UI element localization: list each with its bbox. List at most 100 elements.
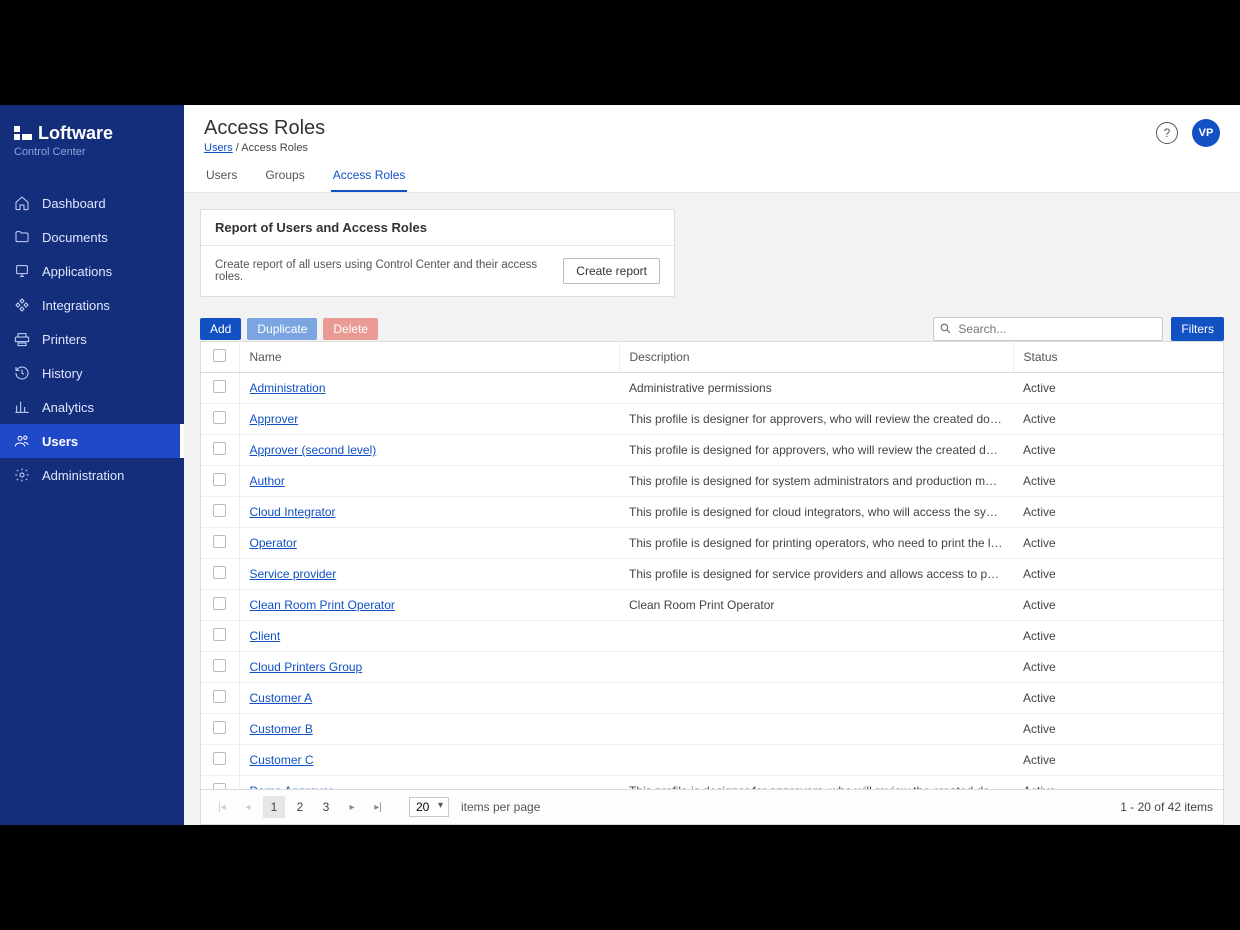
row-name-link[interactable]: Customer B bbox=[250, 722, 313, 736]
row-checkbox[interactable] bbox=[213, 628, 226, 641]
home-icon bbox=[14, 195, 30, 211]
pager-prev[interactable]: ◂ bbox=[237, 796, 259, 818]
breadcrumb-root[interactable]: Users bbox=[204, 142, 233, 154]
row-name-link[interactable]: Cloud Integrator bbox=[250, 505, 336, 519]
analytics-icon bbox=[14, 399, 30, 415]
breadcrumb-current: Access Roles bbox=[241, 142, 308, 154]
sidebar-item-dashboard[interactable]: Dashboard bbox=[0, 186, 184, 220]
row-name-link[interactable]: Cloud Printers Group bbox=[250, 660, 363, 674]
table-row: Client Active bbox=[201, 621, 1223, 652]
row-status: Active bbox=[1013, 776, 1223, 790]
sidebar-item-label: Users bbox=[42, 434, 78, 449]
row-checkbox[interactable] bbox=[213, 380, 226, 393]
row-description: This profile is designed for approvers, … bbox=[619, 435, 1013, 466]
col-header-name[interactable]: Name bbox=[239, 342, 619, 373]
pager-page-1[interactable]: 1 bbox=[263, 796, 285, 818]
row-checkbox[interactable] bbox=[213, 473, 226, 486]
row-checkbox[interactable] bbox=[213, 504, 226, 517]
tab-access-roles[interactable]: Access Roles bbox=[331, 164, 408, 192]
sidebar-item-label: Documents bbox=[42, 230, 108, 245]
row-description: This profile is designer for approvers, … bbox=[619, 404, 1013, 435]
sidebar-item-printers[interactable]: Printers bbox=[0, 322, 184, 356]
sidebar-item-integrations[interactable]: Integrations bbox=[0, 288, 184, 322]
sidebar: Loftware Control Center Dashboard Docume… bbox=[0, 105, 184, 825]
pager-first[interactable]: |◂ bbox=[211, 796, 233, 818]
row-name-link[interactable]: Author bbox=[250, 474, 285, 488]
table-row: Clean Room Print Operator Clean Room Prin… bbox=[201, 590, 1223, 621]
row-status: Active bbox=[1013, 559, 1223, 590]
breadcrumb: Users / Access Roles bbox=[204, 142, 407, 154]
table-header-row: Name Description Status bbox=[201, 342, 1223, 373]
row-checkbox[interactable] bbox=[213, 566, 226, 579]
row-checkbox[interactable] bbox=[213, 535, 226, 548]
row-status: Active bbox=[1013, 621, 1223, 652]
sidebar-item-documents[interactable]: Documents bbox=[0, 220, 184, 254]
delete-button[interactable]: Delete bbox=[323, 318, 378, 340]
avatar[interactable]: VP bbox=[1192, 119, 1220, 147]
col-header-description[interactable]: Description bbox=[619, 342, 1013, 373]
row-checkbox[interactable] bbox=[213, 752, 226, 765]
row-name-link[interactable]: Administration bbox=[250, 381, 326, 395]
row-name-link[interactable]: Client bbox=[250, 629, 281, 643]
folder-icon bbox=[14, 229, 30, 245]
sidebar-item-applications[interactable]: Applications bbox=[0, 254, 184, 288]
row-status: Active bbox=[1013, 497, 1223, 528]
search-input[interactable] bbox=[933, 317, 1163, 341]
table-row: OperatorThis profile is designed for pri… bbox=[201, 528, 1223, 559]
row-name-link[interactable]: Approver (second level) bbox=[250, 443, 377, 457]
table-row: Customer BActive bbox=[201, 714, 1223, 745]
row-checkbox[interactable] bbox=[213, 659, 226, 672]
table-row: Customer C Active bbox=[201, 745, 1223, 776]
filters-button[interactable]: Filters bbox=[1171, 317, 1224, 341]
sidebar-item-analytics[interactable]: Analytics bbox=[0, 390, 184, 424]
sidebar-item-users[interactable]: Users bbox=[0, 424, 184, 458]
sidebar-item-label: Analytics bbox=[42, 400, 94, 415]
row-status: Active bbox=[1013, 373, 1223, 404]
row-description bbox=[619, 745, 1013, 776]
sidebar-item-administration[interactable]: Administration bbox=[0, 458, 184, 492]
row-name-link[interactable]: Approver bbox=[250, 412, 299, 426]
row-checkbox[interactable] bbox=[213, 442, 226, 455]
row-name-link[interactable]: Clean Room Print Operator bbox=[250, 598, 395, 612]
col-header-status[interactable]: Status bbox=[1013, 342, 1223, 373]
pager-last[interactable]: ▸| bbox=[367, 796, 389, 818]
row-checkbox[interactable] bbox=[213, 721, 226, 734]
row-description: Clean Room Print Operator bbox=[619, 590, 1013, 621]
pager-summary: 1 - 20 of 42 items bbox=[1120, 800, 1213, 814]
row-name-link[interactable]: Customer C bbox=[250, 753, 314, 767]
row-status: Active bbox=[1013, 435, 1223, 466]
topbar: Access Roles Users / Access Roles Users … bbox=[184, 105, 1240, 193]
table-row: AuthorThis profile is designed for syste… bbox=[201, 466, 1223, 497]
table-row: Cloud Integrator This profile is designed… bbox=[201, 497, 1223, 528]
tab-users[interactable]: Users bbox=[204, 164, 239, 192]
pager-next[interactable]: ▸ bbox=[341, 796, 363, 818]
grid-scroll[interactable]: Name Description Status AdministrationAd… bbox=[201, 341, 1223, 789]
pager-page-3[interactable]: 3 bbox=[315, 796, 337, 818]
grid: Name Description Status AdministrationAd… bbox=[200, 341, 1224, 825]
row-checkbox[interactable] bbox=[213, 411, 226, 424]
page-size-label: items per page bbox=[461, 800, 540, 814]
row-description: This profile is designer for approvers, … bbox=[619, 776, 1013, 790]
create-report-button[interactable]: Create report bbox=[563, 258, 660, 284]
tab-groups[interactable]: Groups bbox=[263, 164, 306, 192]
row-name-link[interactable]: Operator bbox=[250, 536, 297, 550]
brand-mark-icon bbox=[14, 126, 32, 142]
table-row: Approver (second level) This profile is d… bbox=[201, 435, 1223, 466]
users-icon bbox=[14, 433, 30, 449]
pager-page-2[interactable]: 2 bbox=[289, 796, 311, 818]
row-status: Active bbox=[1013, 745, 1223, 776]
row-status: Active bbox=[1013, 404, 1223, 435]
row-name-link[interactable]: Service provider bbox=[250, 567, 337, 581]
row-checkbox[interactable] bbox=[213, 597, 226, 610]
help-button[interactable]: ? bbox=[1156, 122, 1178, 144]
pager: |◂ ◂ 1 2 3 ▸ ▸| 20 items per page bbox=[201, 789, 1223, 824]
row-name-link[interactable]: Customer A bbox=[250, 691, 313, 705]
page-size-select[interactable]: 20 bbox=[409, 797, 449, 817]
sidebar-item-history[interactable]: History bbox=[0, 356, 184, 390]
brand-subtitle: Control Center bbox=[14, 146, 170, 158]
select-all-checkbox[interactable] bbox=[213, 349, 226, 362]
add-button[interactable]: Add bbox=[200, 318, 241, 340]
row-checkbox[interactable] bbox=[213, 690, 226, 703]
row-description: This profile is designed for cloud integ… bbox=[619, 497, 1013, 528]
duplicate-button[interactable]: Duplicate bbox=[247, 318, 317, 340]
